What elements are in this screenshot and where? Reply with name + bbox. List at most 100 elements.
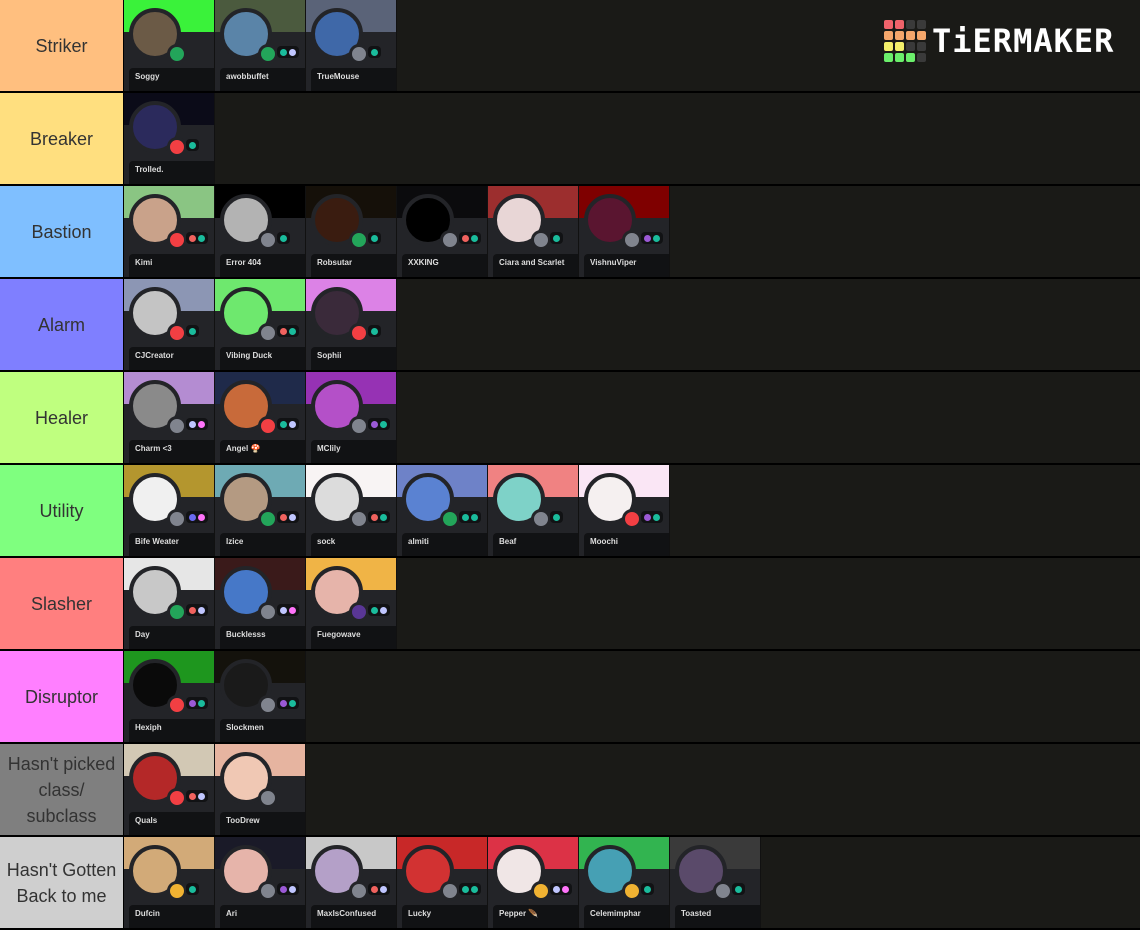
- tier-list: Striker Soggy awobbuffet TrueMouse Breaker Tr…: [0, 0, 1140, 930]
- status-icon: [167, 323, 187, 343]
- tier-item-card[interactable]: Hexiph: [124, 651, 215, 742]
- status-icon: [349, 44, 369, 64]
- display-name: Charm <3: [135, 444, 172, 453]
- status-icon: [258, 788, 278, 808]
- tier-label[interactable]: Hasn't Gotten Back to me: [0, 837, 124, 928]
- badge-icon: [289, 885, 296, 893]
- tier-item-card[interactable]: Ari: [215, 837, 306, 928]
- display-name: Moochi: [590, 537, 618, 546]
- tier-label[interactable]: Bastion: [0, 186, 124, 277]
- tier-item-card[interactable]: Pepper 🪶: [488, 837, 579, 928]
- tier-items: Quals TooDrew: [124, 744, 1140, 835]
- tier-item-card[interactable]: Bucklesss: [215, 558, 306, 649]
- display-name: TooDrew: [226, 816, 260, 825]
- tier-item-card[interactable]: CJCreator: [124, 279, 215, 370]
- name-box: MClily: [311, 440, 396, 463]
- tier-row: Healer Charm <3 Angel 🍄 MClily: [0, 372, 1140, 463]
- display-name: Robsutar: [317, 258, 353, 267]
- badge-icon: [198, 792, 205, 800]
- tier-item-card[interactable]: Soggy: [124, 0, 215, 91]
- tier-item-card[interactable]: Moochi: [579, 465, 670, 556]
- tier-item-card[interactable]: VishnuViper: [579, 186, 670, 277]
- tier-label[interactable]: Striker: [0, 0, 124, 91]
- logo-grid-cell: [884, 53, 893, 62]
- badge-icon: [280, 606, 287, 614]
- status-icon: [167, 416, 187, 436]
- badge-icon: [289, 699, 296, 707]
- badge-group: [368, 418, 390, 430]
- tier-item-card[interactable]: Izice: [215, 465, 306, 556]
- status-icon: [258, 323, 278, 343]
- tier-item-card[interactable]: TrueMouse: [306, 0, 397, 91]
- logo-grid-cell: [906, 20, 915, 29]
- tier-item-card[interactable]: Robsutar: [306, 186, 397, 277]
- tier-item-card[interactable]: Celemimphar: [579, 837, 670, 928]
- badge-icon: [189, 327, 196, 335]
- logo-grid-cell: [906, 42, 915, 51]
- status-icon: [531, 230, 551, 250]
- tier-item-card[interactable]: XXKING: [397, 186, 488, 277]
- tier-item-card[interactable]: Sophii: [306, 279, 397, 370]
- tier-item-card[interactable]: MaxIsConfused: [306, 837, 397, 928]
- badge-group: [186, 418, 208, 430]
- logo-grid-cell: [917, 42, 926, 51]
- status-icon: [167, 602, 187, 622]
- tier-item-card[interactable]: Toasted: [670, 837, 761, 928]
- status-icon: [349, 881, 369, 901]
- name-box: Day: [129, 626, 214, 649]
- display-name: MClily: [317, 444, 341, 453]
- badge-group: [186, 883, 199, 895]
- tier-item-card[interactable]: Fuegowave: [306, 558, 397, 649]
- tier-item-card[interactable]: sock: [306, 465, 397, 556]
- display-name: Slockmen: [226, 723, 264, 732]
- display-name: Fuegowave: [317, 630, 361, 639]
- badge-group: [459, 232, 481, 244]
- tier-item-card[interactable]: almiti: [397, 465, 488, 556]
- logo-grid-icon: [884, 20, 926, 62]
- name-box: almiti: [402, 533, 487, 556]
- tier-item-card[interactable]: Lucky: [397, 837, 488, 928]
- name-box: Angel 🍄: [220, 440, 305, 463]
- tier-item-card[interactable]: Trolled.: [124, 93, 215, 184]
- tier-item-card[interactable]: MClily: [306, 372, 397, 463]
- tier-item-card[interactable]: Angel 🍄: [215, 372, 306, 463]
- tier-item-card[interactable]: Kimi: [124, 186, 215, 277]
- badge-icon: [462, 234, 469, 242]
- tier-item-card[interactable]: Error 404: [215, 186, 306, 277]
- status-icon: [167, 509, 187, 529]
- tier-item-card[interactable]: Ciara and Scarlet: [488, 186, 579, 277]
- tier-item-card[interactable]: Dufcin: [124, 837, 215, 928]
- badge-icon: [471, 234, 478, 242]
- badge-icon: [289, 420, 296, 428]
- tier-item-card[interactable]: Beaf: [488, 465, 579, 556]
- display-name: Error 404: [226, 258, 262, 267]
- tier-item-card[interactable]: TooDrew: [215, 744, 306, 835]
- tier-item-card[interactable]: Bife Weater: [124, 465, 215, 556]
- tier-item-card[interactable]: Quals: [124, 744, 215, 835]
- name-box: Sophii: [311, 347, 396, 370]
- name-box: Charm <3: [129, 440, 214, 463]
- tier-item-card[interactable]: Vibing Duck: [215, 279, 306, 370]
- tier-item-card[interactable]: Day: [124, 558, 215, 649]
- tier-item-card[interactable]: Charm <3: [124, 372, 215, 463]
- tier-label[interactable]: Slasher: [0, 558, 124, 649]
- tier-label[interactable]: Disruptor: [0, 651, 124, 742]
- badge-group: [277, 325, 299, 337]
- tier-item-card[interactable]: Slockmen: [215, 651, 306, 742]
- tier-row: Hasn't Gotten Back to me Dufcin Ari MaxIsCo…: [0, 837, 1140, 928]
- tier-item-card[interactable]: awobbuffet: [215, 0, 306, 91]
- tier-label[interactable]: Hasn't picked class/ subclass: [0, 744, 124, 835]
- badge-icon: [653, 513, 660, 521]
- name-box: Kimi: [129, 254, 214, 277]
- badge-icon: [289, 327, 296, 335]
- tier-label[interactable]: Alarm: [0, 279, 124, 370]
- tier-row: Slasher Day Bucklesss Fuegowave: [0, 558, 1140, 649]
- badge-icon: [644, 234, 651, 242]
- display-name: Izice: [226, 537, 244, 546]
- tier-label[interactable]: Utility: [0, 465, 124, 556]
- name-box: Ciara and Scarlet: [493, 254, 578, 277]
- tier-label[interactable]: Healer: [0, 372, 124, 463]
- status-icon: [622, 230, 642, 250]
- badge-icon: [562, 885, 569, 893]
- tier-label[interactable]: Breaker: [0, 93, 124, 184]
